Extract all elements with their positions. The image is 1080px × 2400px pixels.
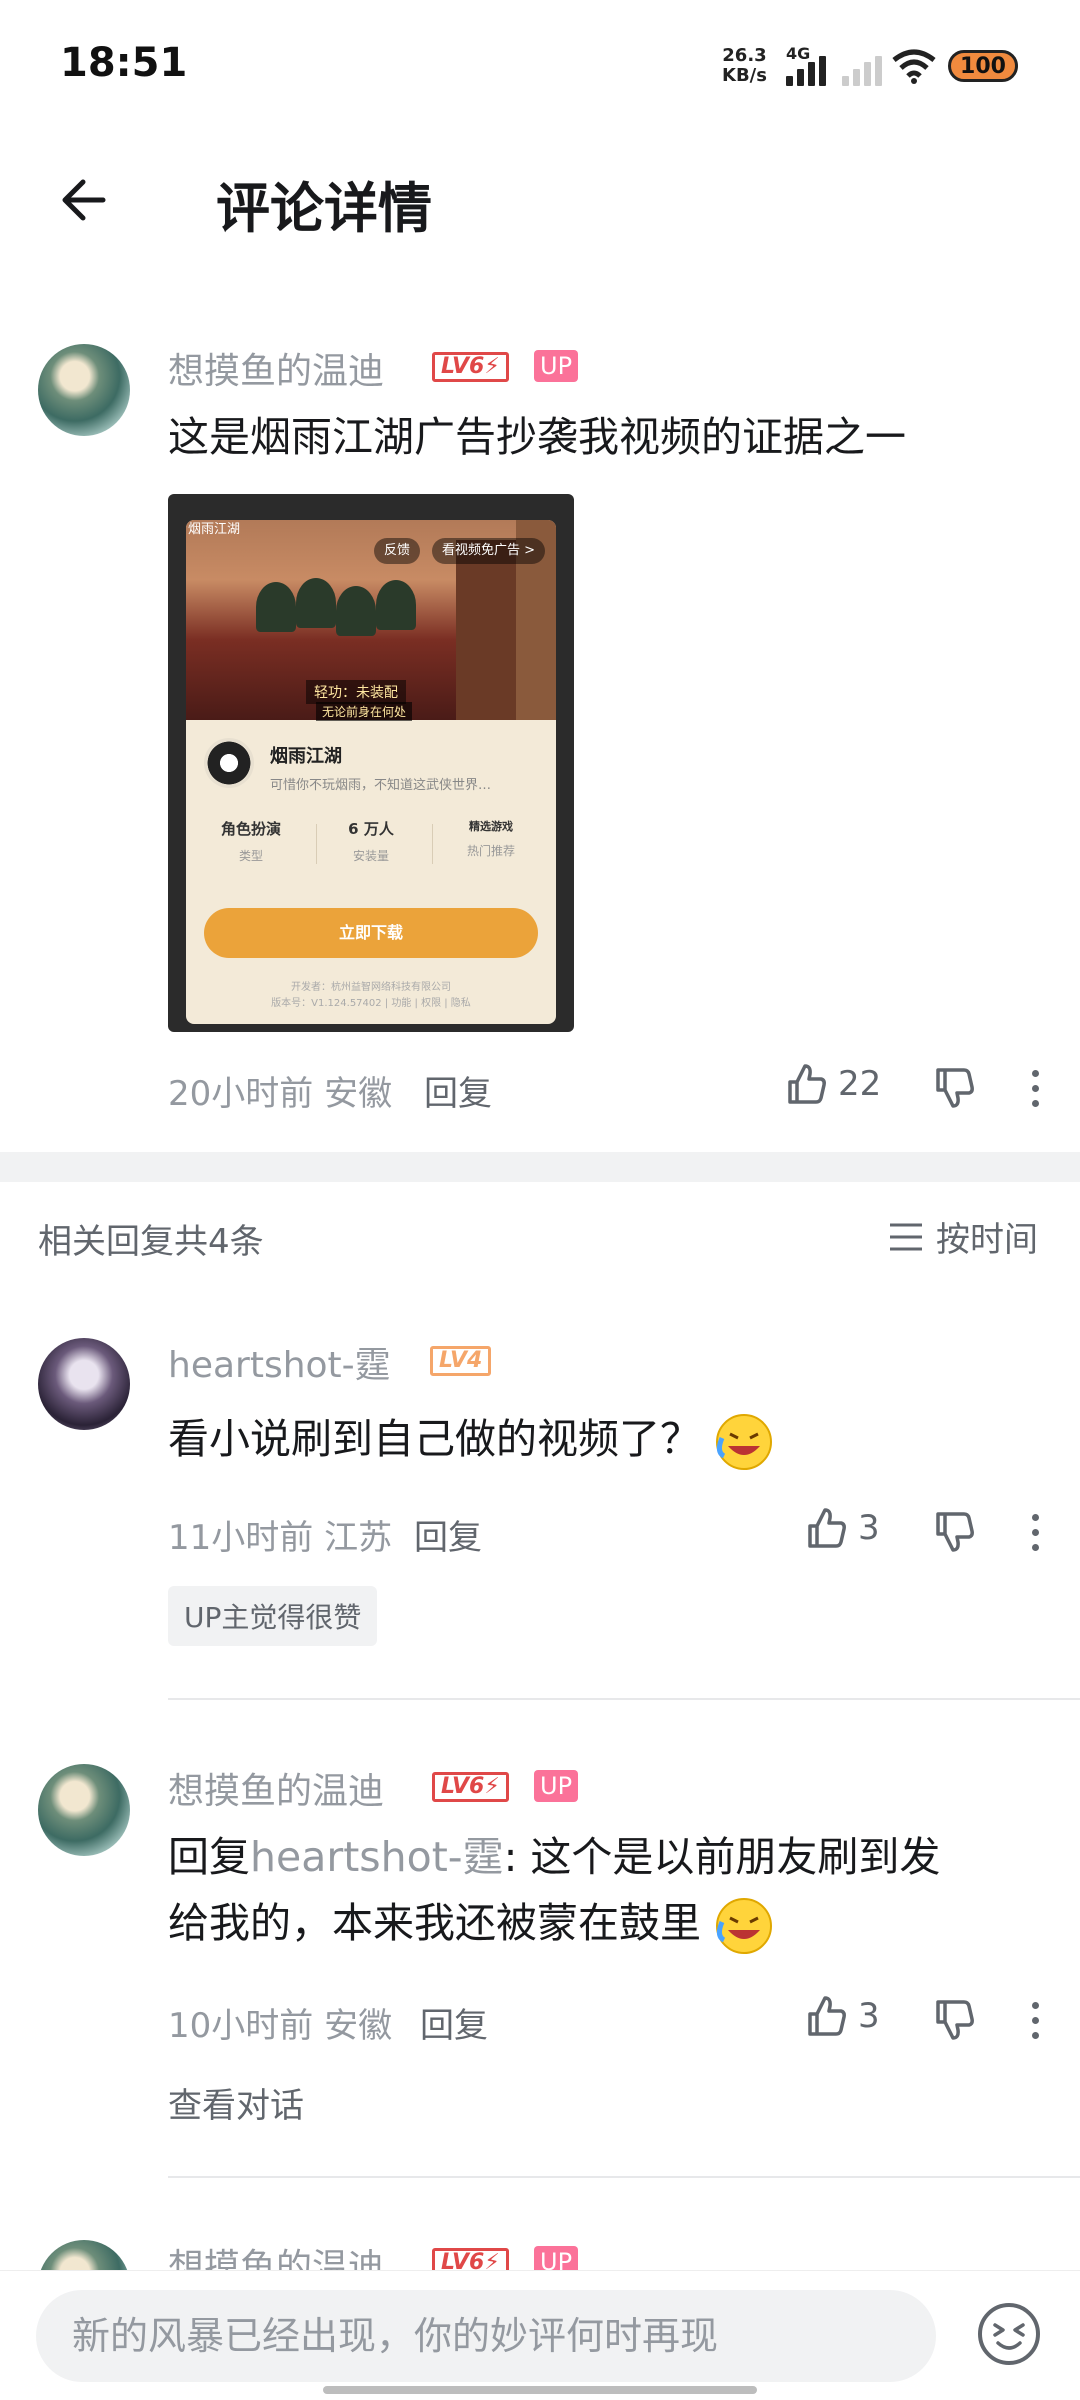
more-options-icon[interactable] xyxy=(1032,1514,1042,1559)
emoji-button-icon[interactable] xyxy=(976,2301,1042,2367)
like-button[interactable]: 22 xyxy=(784,1062,881,1106)
laughing-crying-emoji-icon xyxy=(716,1414,773,1470)
ad-stat-installs: 6 万人 安装量 xyxy=(348,820,394,863)
like-button[interactable]: 3 xyxy=(804,1994,880,2038)
ad-feedback-pill: 反馈 xyxy=(374,538,421,564)
ad-game-scene: 烟雨江湖 反馈 看视频免广告 > 轻功：未装配 无论前身在何处 xyxy=(186,520,556,721)
reply-divider xyxy=(168,1698,1080,1700)
username[interactable]: heartshot-霆 xyxy=(168,1336,391,1388)
ad-stat-recommend: 精选游戏 热门推荐 xyxy=(466,820,515,858)
up-badge: UP xyxy=(534,350,579,382)
username[interactable]: 想摸鱼的温迪 xyxy=(168,1762,384,1814)
back-arrow-icon[interactable] xyxy=(55,170,115,230)
ad-app-desc: 可惜你不玩烟雨，不知道这武侠世界… xyxy=(270,778,492,793)
reply-button[interactable]: 回复 xyxy=(424,1066,492,1115)
like-count: 3 xyxy=(858,1996,880,2036)
level-badge: LV4 xyxy=(430,1346,492,1376)
level-badge: LV6⚡ xyxy=(432,1772,509,1802)
thumbs-down-icon[interactable] xyxy=(932,1510,976,1554)
reply-to-user[interactable]: heartshot-霆 xyxy=(250,1833,504,1881)
wifi-icon xyxy=(892,49,936,84)
ad-app-icon xyxy=(204,738,254,788)
like-count: 22 xyxy=(838,1064,882,1104)
comment-meta: 11小时前 江苏 xyxy=(168,1518,393,1558)
view-conversation-link[interactable]: 查看对话 xyxy=(168,2078,304,2127)
ad-app-name: 烟雨江湖 xyxy=(270,746,342,767)
avatar[interactable] xyxy=(38,344,130,436)
comment-text: 这是烟雨江湖广告抄袭我视频的证据之一 xyxy=(168,413,906,461)
thumbs-up-icon xyxy=(788,1064,826,1104)
comment-meta: 20小时前 安徽 xyxy=(168,1074,393,1114)
section-divider xyxy=(0,1152,1080,1182)
ad-logo-text: 烟雨江湖 xyxy=(188,522,241,537)
thumbs-up-icon xyxy=(808,1508,846,1548)
page-title: 评论详情 xyxy=(216,177,432,240)
thumbs-up-icon xyxy=(808,1996,846,2036)
up-liked-badge: UP主觉得很赞 xyxy=(168,1586,378,1646)
like-count: 3 xyxy=(858,1508,880,1548)
ad-card: 烟雨江湖 反馈 看视频免广告 > 轻功：未装配 无论前身在何处 烟雨江湖 可惜你… xyxy=(186,520,556,1024)
comment-input[interactable]: 新的风暴已经出现，你的妙评何时再现 xyxy=(36,2290,936,2382)
ad-caption-2: 无论前身在何处 xyxy=(316,702,413,721)
network-speed: 26.3 KB/s xyxy=(722,45,767,86)
more-options-icon[interactable] xyxy=(1032,1070,1042,1115)
comment-text: 看小说刷到自己做的视频了？ xyxy=(168,1406,774,1472)
thumbs-down-icon[interactable] xyxy=(932,1066,976,1110)
home-indicator xyxy=(323,2386,757,2394)
comment-text: 回复heartshot-霆: 这个是以前朋友刷到发 给我的，本来我还被蒙在鼓里 xyxy=(168,1824,1048,1956)
ad-footer-version: 版本号：V1.124.57402 | 功能 | 权限 | 隐私 xyxy=(271,998,471,1009)
signal-2-icon xyxy=(842,52,882,86)
replies-count: 相关回复共4条 xyxy=(38,1222,264,1262)
sort-button[interactable]: 按时间 xyxy=(888,1212,1038,1261)
more-options-icon[interactable] xyxy=(1032,2002,1042,2047)
ad-skip-pill: 看视频免广告 > xyxy=(432,538,546,564)
ad-download-button: 立即下载 xyxy=(204,908,538,958)
avatar[interactable] xyxy=(38,1338,130,1430)
battery-indicator: 100 xyxy=(948,50,1018,82)
avatar[interactable] xyxy=(38,1764,130,1856)
sort-lines-icon xyxy=(890,1223,922,1250)
up-badge: UP xyxy=(534,1770,579,1802)
reply-button[interactable]: 回复 xyxy=(414,1510,482,1559)
signal-icon xyxy=(786,52,826,86)
ad-footer-developer: 开发者：杭州益智网络科技有限公司 xyxy=(291,982,451,993)
reply-button[interactable]: 回复 xyxy=(420,1998,488,2047)
status-bar: 18:51 26.3 KB/s 4G 100 xyxy=(0,0,1080,130)
status-time: 18:51 xyxy=(60,40,188,86)
comment-image[interactable]: 烟雨江湖 反馈 看视频免广告 > 轻功：未装配 无论前身在何处 烟雨江湖 可惜你… xyxy=(168,494,574,1032)
level-badge: LV6⚡ xyxy=(432,352,509,382)
laughing-crying-emoji-icon xyxy=(716,1898,773,1954)
reply-divider xyxy=(168,2176,1080,2178)
like-button[interactable]: 3 xyxy=(804,1506,880,1550)
username[interactable]: 想摸鱼的温迪 xyxy=(168,342,384,394)
ad-caption: 轻功：未装配 xyxy=(306,680,406,704)
ad-stat-type: 角色扮演 类型 xyxy=(220,820,281,863)
thumbs-down-icon[interactable] xyxy=(932,1998,976,2042)
comment-meta: 10小时前 安徽 xyxy=(168,2006,393,2046)
